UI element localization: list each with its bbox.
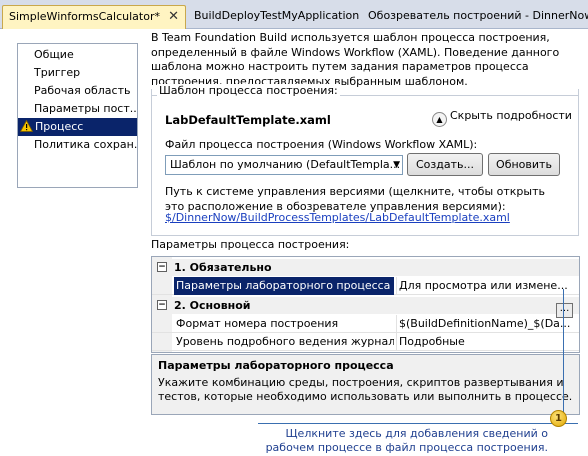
tab-simplewinformscalculator[interactable]: SimpleWinformsCalculator* ✕: [2, 5, 186, 29]
collapse-icon: ▲: [432, 112, 447, 127]
process-file-combobox[interactable]: Шаблон по умолчанию (DefaultTempla... ▼: [165, 155, 403, 175]
nav-item-label: Параметры пост...: [34, 102, 137, 115]
description-title: Параметры лабораторного процесса: [158, 359, 394, 372]
nav-item-general[interactable]: Общие: [18, 46, 137, 64]
tab-label: SimpleWinformsCalculator*: [9, 10, 160, 23]
chevron-down-icon: ▼: [393, 160, 400, 170]
collapse-icon[interactable]: −: [157, 262, 167, 272]
property-grid: − 1. Обязательно Параметры лабораторного…: [151, 256, 580, 353]
nav-item-label: Рабочая область: [34, 84, 131, 97]
grid-row-build-number-format[interactable]: Формат номера построения $(BuildDefiniti…: [152, 315, 579, 333]
tab-label: Обозреватель построений - DinnerNow: [368, 9, 588, 22]
process-file-label: Файл процесса построения (Windows Workfl…: [165, 138, 478, 151]
nav-item-label: Процесс: [35, 120, 84, 133]
build-definition-editor: Общие Триггер Рабочая область Параметры …: [0, 29, 588, 421]
callout-number-badge: 1: [550, 410, 567, 427]
refresh-button[interactable]: Обновить: [488, 153, 560, 176]
collapse-icon[interactable]: −: [157, 300, 167, 310]
property-name: Параметры лабораторного процесса: [174, 277, 394, 295]
settings-nav-list: Общие Триггер Рабочая область Параметры …: [17, 43, 138, 188]
description-text: Укажите комбинацию среды, построения, ск…: [158, 376, 573, 403]
combobox-value: Шаблон по умолчанию (DefaultTempla...: [170, 158, 401, 171]
nav-item-label: Общие: [34, 48, 74, 61]
callout-text: Щелкните здесь для добавления сведений о…: [265, 427, 548, 454]
nav-item-build-defaults[interactable]: Параметры пост...: [18, 100, 137, 118]
template-name: LabDefaultTemplate.xaml: [165, 113, 331, 127]
document-tab-strip: SimpleWinformsCalculator* ✕ BuildDeployT…: [0, 0, 588, 29]
property-value: Подробные: [396, 333, 579, 351]
tab-build-explorer[interactable]: Обозреватель построений - DinnerNow: [362, 5, 588, 29]
nav-item-label: Политика сохран...: [34, 138, 137, 151]
close-icon[interactable]: ✕: [168, 6, 179, 28]
create-button[interactable]: Создать...: [407, 153, 483, 176]
nav-item-workspace[interactable]: Рабочая область: [18, 82, 137, 100]
grid-row-lab-process-settings[interactable]: Параметры лабораторного процесса Для про…: [152, 277, 579, 295]
grid-section-required[interactable]: − 1. Обязательно: [152, 259, 579, 276]
source-control-path-link[interactable]: $/DinnerNow/BuildProcessTemplates/LabDef…: [165, 211, 510, 224]
section-label: 1. Обязательно: [174, 261, 272, 274]
grid-row-logging-verbosity[interactable]: Уровень подробного ведения журнала Подро…: [152, 333, 579, 351]
property-name: Уровень подробного ведения журнала: [176, 335, 394, 348]
callout-leader-line: [563, 289, 564, 413]
tab-builddeploytestmyapplication[interactable]: BuildDeployTestMyApplication: [188, 5, 360, 29]
template-group-legend: Шаблон процесса построения:: [157, 84, 340, 97]
grid-section-basic[interactable]: − 2. Основной: [152, 297, 579, 314]
warning-icon: [20, 120, 33, 132]
hide-details-label: Скрыть подробности: [450, 109, 572, 122]
nav-item-label: Триггер: [34, 66, 81, 79]
property-value: $(BuildDefinitionName)_$(Da...: [396, 315, 579, 333]
process-params-title: Параметры процесса построения:: [151, 238, 350, 251]
property-name: Формат номера построения: [176, 317, 339, 330]
ellipsis-button[interactable]: ...: [556, 303, 573, 318]
section-label: 2. Основной: [174, 299, 251, 312]
property-description-pane: Параметры лабораторного процесса Укажите…: [151, 354, 580, 415]
tab-label: BuildDeployTestMyApplication: [194, 9, 360, 22]
callout-underline: [258, 423, 578, 424]
nav-item-trigger[interactable]: Триггер: [18, 64, 137, 82]
intro-text: В Team Foundation Build используется шаб…: [151, 31, 560, 88]
property-name-text: Параметры лабораторного процесса: [176, 279, 391, 292]
property-value: Для просмотра или измене...: [396, 277, 579, 295]
source-control-path-label: Путь к системе управления версиями (щелк…: [165, 185, 545, 213]
nav-item-process[interactable]: Процесс: [18, 118, 137, 136]
nav-item-retention-policy[interactable]: Политика сохран...: [18, 136, 137, 154]
hide-details-toggle[interactable]: ▲ Скрыть подробности: [432, 109, 572, 127]
